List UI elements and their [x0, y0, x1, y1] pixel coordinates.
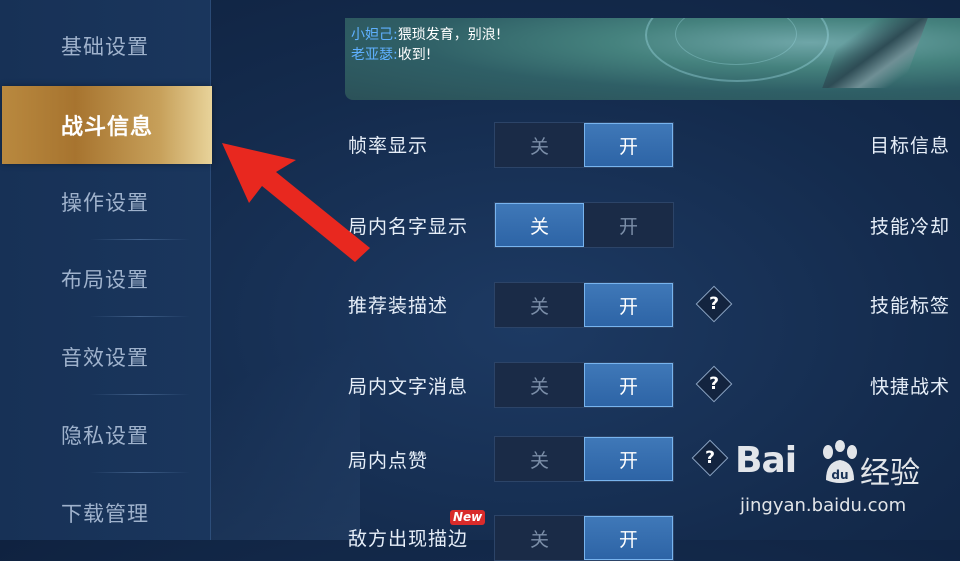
watermark-url: jingyan.baidu.com — [740, 495, 907, 516]
watermark-jingyan: 经验 — [860, 456, 920, 491]
watermark-brand: Bai — [735, 440, 797, 481]
paw-icon: du — [823, 440, 857, 483]
baidu-jingyan-watermark: Bai du 经验 jingyan.baidu.com — [735, 440, 935, 520]
paw-text: du — [831, 468, 848, 482]
